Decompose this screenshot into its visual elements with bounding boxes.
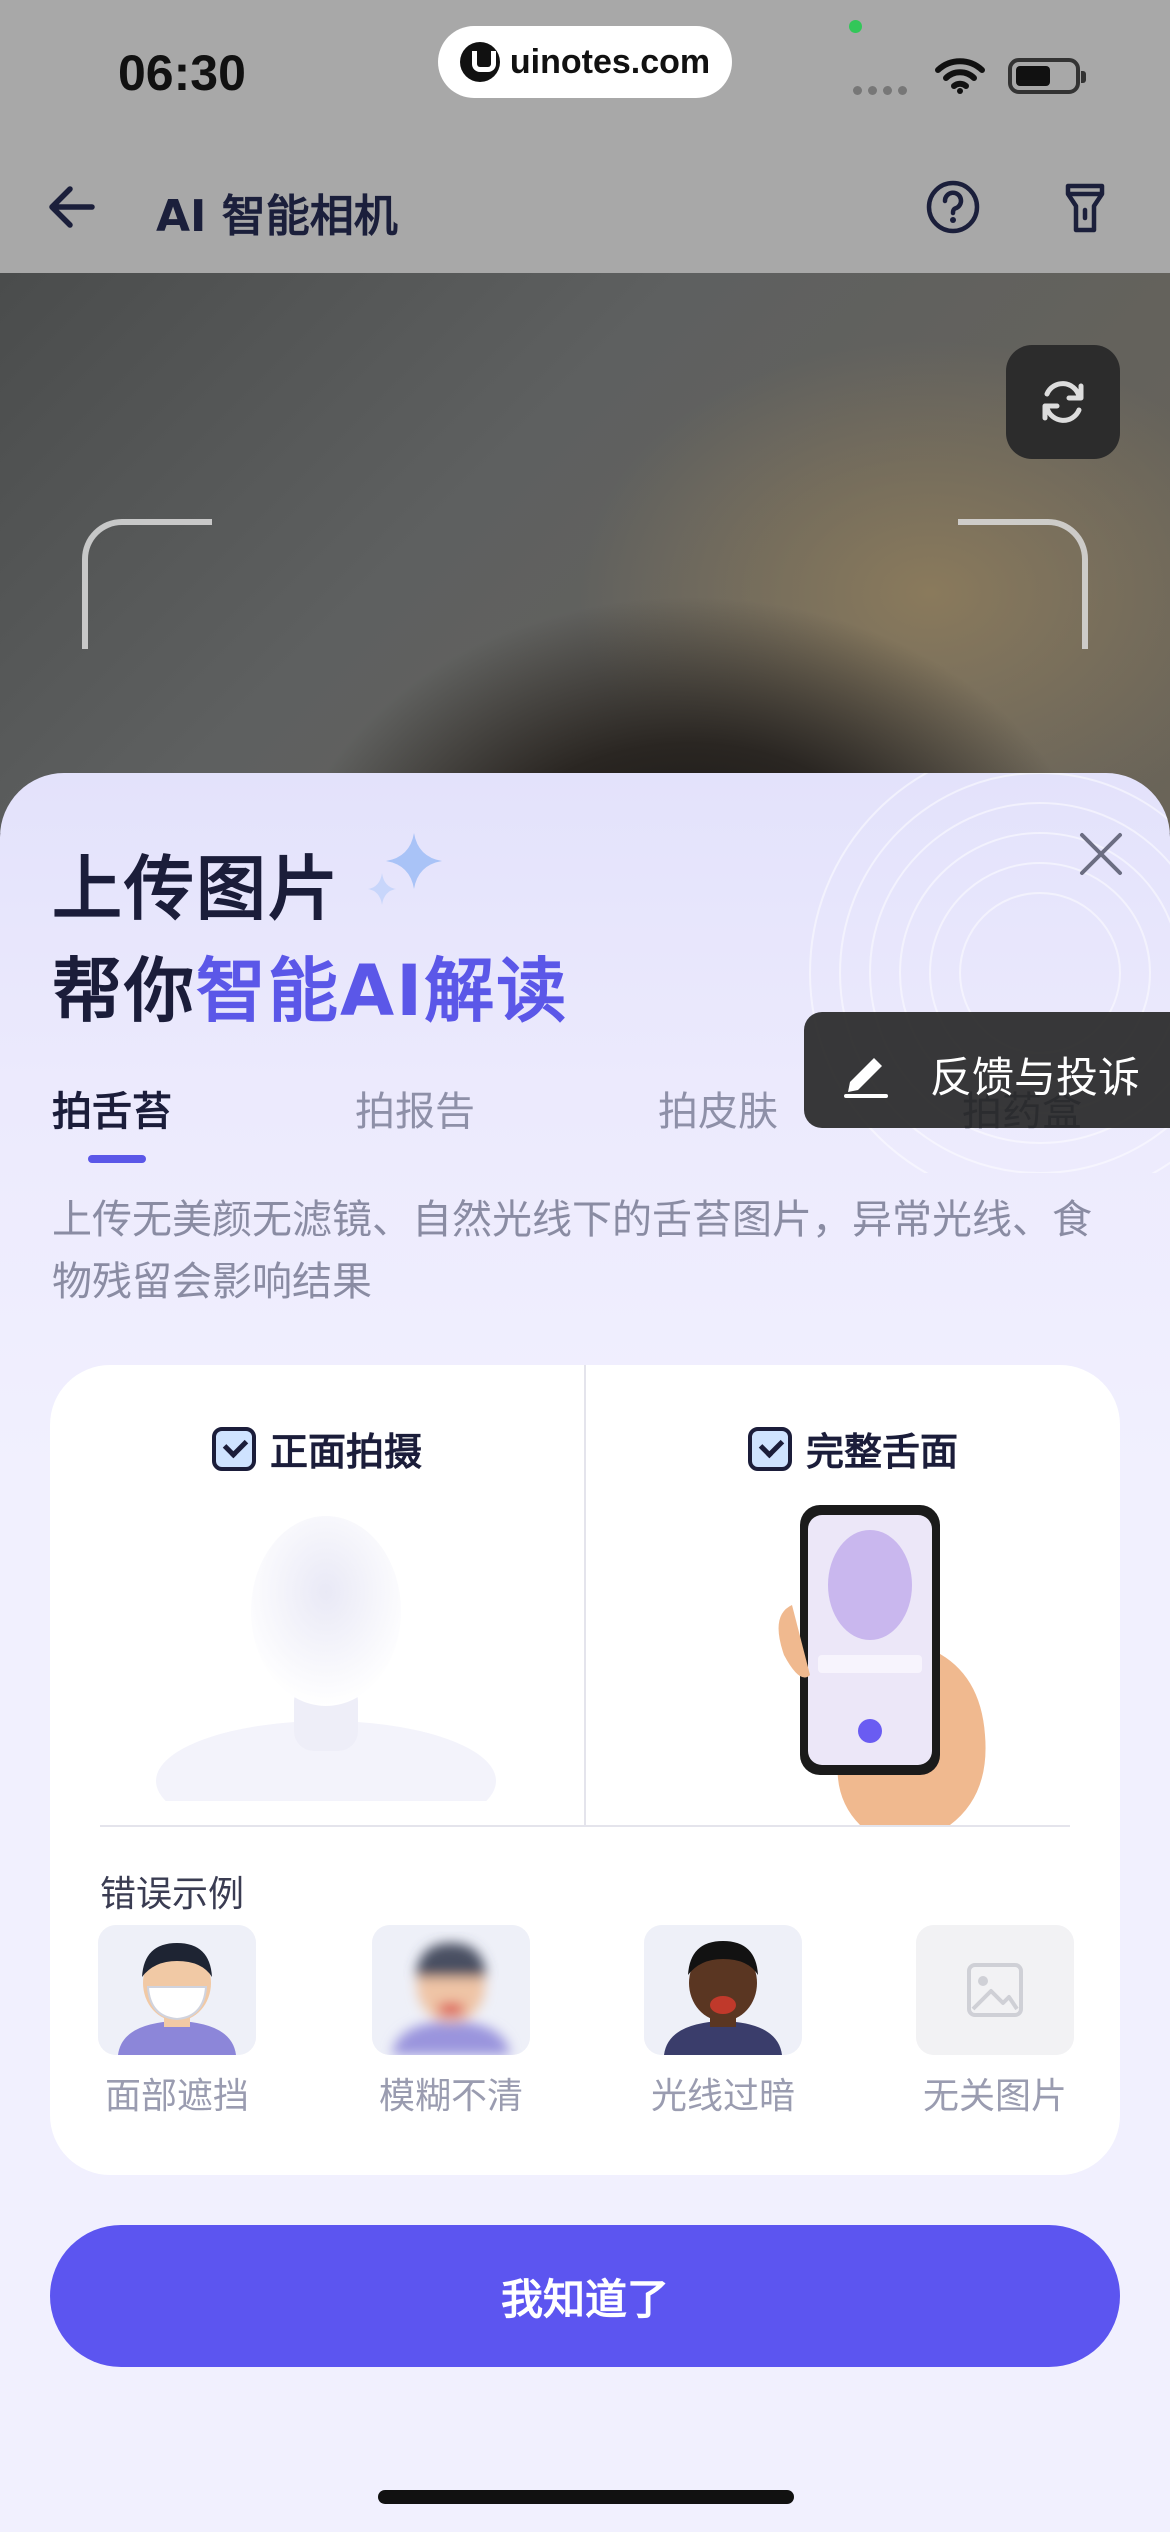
masked-face-image	[98, 1925, 256, 2055]
card-divider-horizontal	[100, 1825, 1070, 1827]
feedback-button[interactable]: 反馈与投诉	[804, 1012, 1170, 1128]
title2-prefix: 帮你	[52, 950, 196, 1032]
page-title: AI 智能相机	[156, 191, 398, 242]
edit-pencil-icon	[844, 1058, 888, 1098]
cellular-signal-icon	[853, 86, 907, 95]
phone-in-hand-illustration	[778, 1505, 986, 1825]
switch-camera-button[interactable]	[1006, 345, 1120, 459]
url-text: uinotes.com	[509, 42, 711, 81]
wrong-example-label: 无关图片	[922, 2076, 1067, 2117]
upload-instructions: 上传无美颜无滤镜、自然光线下的舌苔图片，异常光线、食物残留会影响结果	[52, 1197, 1092, 1305]
tab-report[interactable]: 拍报告	[355, 1079, 475, 1137]
wrong-example-irrelevant: 无关图片	[916, 1925, 1074, 2119]
tab-tongue[interactable]: 拍舌苔	[52, 1079, 172, 1137]
status-time: 06:30	[118, 45, 246, 101]
wrong-example-too-dark: 光线过暗	[644, 1925, 802, 2119]
feedback-label: 反馈与投诉	[930, 1053, 1141, 1102]
flashlight-icon[interactable]	[1056, 178, 1114, 236]
image-icon	[916, 1925, 1074, 2055]
good-example-label: 完整舌面	[806, 1430, 959, 1474]
wrong-example-label: 光线过暗	[650, 2076, 795, 2117]
sheet-title-line2: 帮你智能AI解读	[52, 935, 568, 1036]
confirm-button[interactable]: 我知道了	[50, 2225, 1120, 2367]
status-bar: 06:30 uinotes.com	[0, 0, 1170, 140]
camera-indicator-icon	[849, 20, 862, 33]
checkbox-checked-icon	[748, 1426, 792, 1471]
wifi-icon	[935, 58, 985, 94]
checkbox-checked-icon	[212, 1426, 256, 1471]
image-placeholder	[916, 1925, 1074, 2055]
blurry-face-image	[372, 1925, 530, 2055]
help-icon[interactable]	[924, 178, 982, 236]
good-example-front: 正面拍摄	[212, 1421, 422, 1476]
sheet-title-line1: 上传图片	[52, 848, 340, 930]
app-header: AI 智能相机	[0, 140, 1170, 273]
tab-skin[interactable]: 拍皮肤	[658, 1079, 778, 1137]
close-icon[interactable]	[1070, 823, 1132, 885]
dark-face-image	[644, 1925, 802, 2055]
home-indicator[interactable]	[378, 2490, 794, 2504]
site-logo-icon	[459, 42, 500, 82]
url-pill[interactable]: uinotes.com	[438, 26, 732, 98]
battery-icon	[1008, 58, 1086, 94]
sparkle-icon	[368, 833, 442, 905]
switch-camera-icon	[1042, 381, 1084, 423]
good-example-full-tongue: 完整舌面	[748, 1421, 958, 1476]
card-divider-vertical	[584, 1365, 586, 1825]
back-arrow-icon[interactable]	[40, 175, 104, 239]
example-card: 正面拍摄 完整舌面 错误示例 面部遮挡 模糊不清 光线过暗 无关图片	[50, 1365, 1120, 2175]
tab-indicator	[88, 1155, 146, 1163]
title2-accent: 智能AI解读	[196, 950, 569, 1032]
wrong-example-label: 面部遮挡	[104, 2076, 249, 2117]
good-example-label: 正面拍摄	[270, 1430, 423, 1474]
frame-corner-left	[82, 519, 212, 649]
wrong-example-blurry: 模糊不清	[372, 1925, 530, 2119]
camera-viewfinder[interactable]	[0, 273, 1170, 833]
face-silhouette-illustration	[156, 1516, 496, 1801]
frame-corner-right	[958, 519, 1088, 649]
wrong-example-face-blocked: 面部遮挡	[98, 1925, 256, 2119]
wrong-examples-title: 错误示例	[100, 1874, 245, 1915]
wrong-example-label: 模糊不清	[378, 2076, 523, 2117]
